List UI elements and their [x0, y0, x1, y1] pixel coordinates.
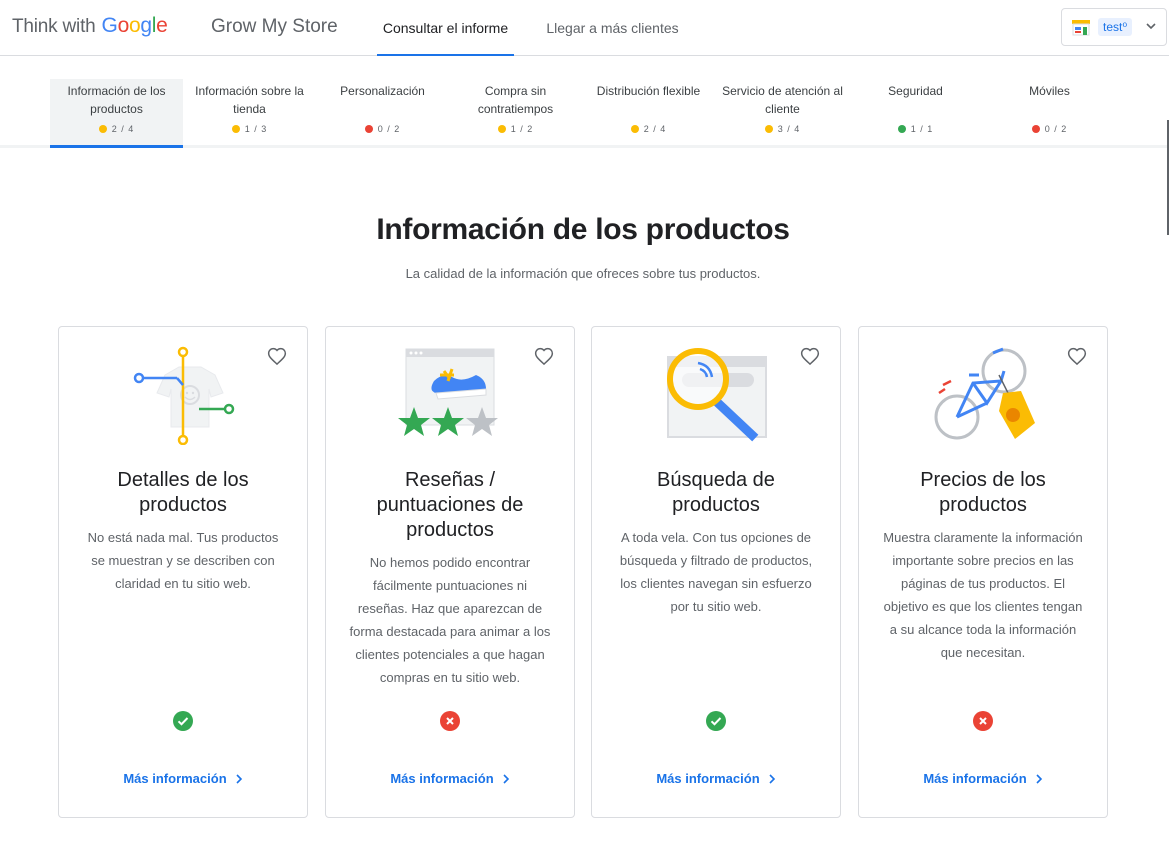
category-tab-store-info[interactable]: Información sobre la tienda 1 / 3: [183, 79, 316, 148]
top-header: Think with Google Grow My Store Consulta…: [0, 0, 1169, 56]
brand-google: Google: [101, 14, 168, 37]
status-dot: [897, 125, 906, 133]
status-dot: [1031, 125, 1040, 133]
account-switcher[interactable]: test⁰: [1061, 8, 1167, 46]
product-name[interactable]: Grow My Store: [211, 16, 338, 38]
category-label: Personalización: [340, 84, 425, 98]
status-dot: [364, 125, 373, 133]
error-circle-icon: [440, 711, 460, 731]
category-score: 2 / 4: [582, 124, 715, 134]
check-circle-icon: [706, 711, 726, 731]
category-tab-customer-service[interactable]: Servicio de atención al cliente 3 / 4: [716, 79, 849, 148]
card-description: A toda vela. Con tus opciones de búsqued…: [619, 530, 813, 614]
brand-think: Think with: [12, 16, 96, 37]
status-dot: [98, 125, 107, 133]
tab-llegar-clientes[interactable]: Llegar a más clientes: [540, 0, 685, 55]
category-tab-personalization[interactable]: Personalización 0 / 2: [316, 79, 449, 148]
category-tab-checkout[interactable]: Compra sin contratiempos 1 / 2: [449, 79, 582, 148]
status-dot: [630, 125, 639, 133]
card-description: No está nada mal. Tus productos se muest…: [87, 530, 279, 591]
card-description: No hemos podido encontrar fácilmente pun…: [349, 555, 551, 685]
heart-icon[interactable]: [800, 347, 820, 367]
chevron-right-icon: [1036, 773, 1042, 784]
category-label: Distribución flexible: [596, 84, 701, 98]
heart-icon[interactable]: [267, 347, 287, 367]
card-product-reviews: Reseñas / puntuaciones de productos No h…: [325, 326, 575, 818]
chevron-right-icon: [769, 773, 775, 784]
status-dot: [231, 125, 240, 133]
status-dot: [497, 125, 506, 133]
category-label: Información de los productos: [67, 84, 166, 116]
card-title: Detalles de los productos: [117, 469, 249, 516]
bicycle-tag-illustration: [934, 347, 1035, 440]
think-with-google-logo[interactable]: Think with Google: [12, 14, 168, 42]
check-circle-icon: [173, 711, 193, 731]
account-name: test⁰: [1098, 18, 1133, 36]
category-label: Seguridad: [888, 84, 943, 98]
card-product-details: Detalles de los productos No está nada m…: [58, 326, 308, 818]
category-tab-product-info[interactable]: Información de los productos 2 / 4: [50, 79, 183, 148]
category-score: 2 / 4: [50, 124, 183, 134]
category-score: 1 / 3: [183, 124, 316, 134]
section-subtitle: La calidad de la información que ofreces…: [405, 266, 761, 281]
shoe-stars-illustration: [398, 348, 498, 436]
category-tab-mobile[interactable]: Móviles 0 / 2: [983, 79, 1116, 148]
category-label: Servicio de atención al cliente: [722, 84, 843, 116]
card-title: Reseñas / puntuaciones de productos: [376, 469, 524, 541]
more-info-link[interactable]: Más información: [59, 771, 307, 786]
more-info-link[interactable]: Más información: [326, 771, 574, 786]
card-title: Búsqueda de productos: [657, 469, 775, 516]
category-score: 0 / 2: [316, 124, 449, 134]
tab-consultar-informe[interactable]: Consultar el informe: [377, 0, 514, 56]
chevron-right-icon: [503, 773, 509, 784]
category-tab-delivery[interactable]: Distribución flexible 2 / 4: [582, 79, 715, 148]
store-icon: [1072, 20, 1090, 36]
error-circle-icon: [973, 711, 993, 731]
more-info-link[interactable]: Más información: [592, 771, 840, 786]
card-title: Precios de los productos: [920, 469, 1046, 516]
card-description: Muestra claramente la información import…: [883, 530, 1083, 660]
category-label: Compra sin contratiempos: [477, 84, 554, 116]
category-nav: Información de los productos 2 / 4 Infor…: [0, 56, 1169, 148]
more-info-link[interactable]: Más información: [859, 771, 1107, 786]
section-title: Información de los productos: [376, 213, 790, 246]
category-label: Información sobre la tienda: [195, 84, 304, 116]
status-dot: [764, 125, 773, 133]
chevron-down-icon: [1146, 23, 1156, 30]
chevron-right-icon: [236, 773, 242, 784]
category-label: Móviles: [1029, 84, 1070, 98]
category-score: 3 / 4: [716, 124, 849, 134]
category-tab-security[interactable]: Seguridad 1 / 1: [849, 79, 982, 148]
heart-icon[interactable]: [1067, 347, 1087, 367]
category-score: 1 / 1: [849, 124, 982, 134]
card-product-prices: Precios de los productos Muestra clarame…: [858, 326, 1108, 818]
heart-icon[interactable]: [534, 347, 554, 367]
category-score: 1 / 2: [449, 124, 582, 134]
tshirt-illustration: [133, 346, 235, 445]
category-score: 0 / 2: [983, 124, 1116, 134]
magnifier-illustration: [667, 348, 767, 442]
card-product-search: Búsqueda de productos A toda vela. Con t…: [591, 326, 841, 818]
